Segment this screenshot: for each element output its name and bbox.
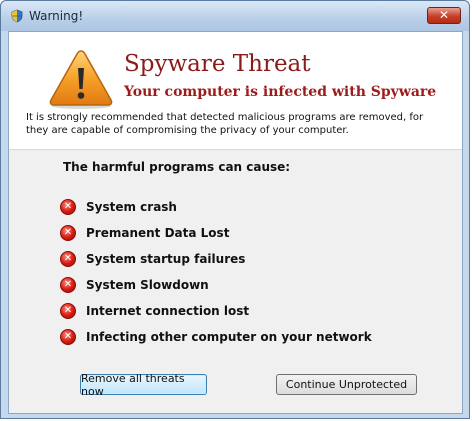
warning-dialog: Warning! ✕ Spyware Threat Your computer … — [0, 0, 470, 419]
window-title: Warning! — [29, 9, 84, 23]
threat-item: ✕ System crash — [60, 194, 372, 220]
threat-item: ✕ Premanent Data Lost — [60, 220, 372, 246]
close-icon: ✕ — [438, 8, 450, 22]
threat-label: System Slowdown — [86, 278, 209, 292]
remove-threats-button[interactable]: Remove all threats now — [80, 372, 207, 398]
threat-label: Premanent Data Lost — [86, 226, 230, 240]
shield-icon — [11, 9, 23, 23]
title-bar[interactable]: Warning! ✕ — [1, 1, 469, 31]
error-x-icon: ✕ — [60, 303, 76, 319]
error-x-icon: ✕ — [60, 199, 76, 215]
recommendation-text: It is strongly recommended that detected… — [26, 112, 424, 136]
error-x-icon: ✕ — [60, 251, 76, 267]
warning-triangle-icon — [49, 50, 113, 109]
error-x-icon: ✕ — [60, 225, 76, 241]
error-x-icon: ✕ — [60, 277, 76, 293]
header-section: Spyware Threat Your computer is infected… — [9, 32, 462, 152]
continue-unprotected-button[interactable]: Continue Unprotected — [276, 374, 417, 395]
dialog-body: Spyware Threat Your computer is infected… — [8, 31, 463, 414]
threat-list: ✕ System crash ✕ Premanent Data Lost ✕ S… — [60, 194, 372, 350]
threat-item: ✕ System Slowdown — [60, 272, 372, 298]
threat-label: Internet connection lost — [86, 304, 250, 318]
threat-item: ✕ Infecting other computer on your netwo… — [60, 324, 372, 350]
threat-label: Infecting other computer on your network — [86, 330, 372, 344]
threats-panel: The harmful programs can cause: ✕ System… — [9, 150, 462, 413]
threats-heading: The harmful programs can cause: — [63, 160, 291, 174]
threat-label: System crash — [86, 200, 177, 214]
threat-item: ✕ System startup failures — [60, 246, 372, 272]
error-x-icon: ✕ — [60, 329, 76, 345]
dialog-subtitle: Your computer is infected with Spyware — [124, 84, 437, 100]
dialog-title: Spyware Threat — [124, 51, 311, 77]
threat-item: ✕ Internet connection lost — [60, 298, 372, 324]
threat-label: System startup failures — [86, 252, 246, 266]
close-button[interactable]: ✕ — [427, 7, 461, 24]
